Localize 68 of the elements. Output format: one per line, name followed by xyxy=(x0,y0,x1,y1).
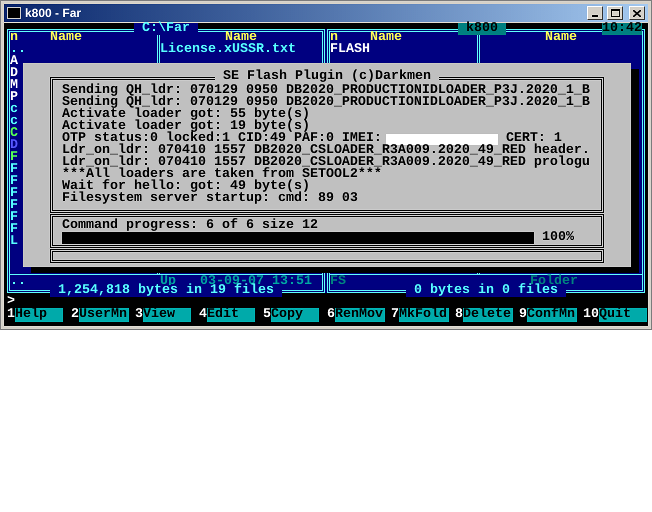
function-key-label[interactable]: RenMov xyxy=(335,308,385,322)
column-header: n xyxy=(330,32,338,44)
log-line: Wait for hello: got: 49 byte(s) xyxy=(62,181,310,193)
clock: 10:42 xyxy=(602,23,642,35)
maximize-button[interactable] xyxy=(607,6,623,20)
file-name: FS xyxy=(330,276,347,288)
close-icon xyxy=(633,10,641,16)
column-header: n xyxy=(10,32,19,44)
dialog-title: SE Flash Plugin (c)Darkmen xyxy=(215,71,439,83)
progress-percent: 100% xyxy=(542,232,574,244)
window-title: k800 - Far xyxy=(25,5,82,22)
file-name[interactable]: L xyxy=(10,236,18,248)
file-name[interactable]: F xyxy=(10,152,18,164)
log-line: OTP status:0 locked:1 CID:49 PAF:0 IMEI: xyxy=(62,133,382,145)
column-header: Name xyxy=(545,32,577,44)
minimize-button[interactable] xyxy=(587,6,603,20)
function-key-label[interactable]: Delete xyxy=(463,308,513,322)
column-header: Name xyxy=(370,32,402,44)
file-name[interactable]: A xyxy=(10,56,18,68)
function-key-label[interactable]: View xyxy=(143,308,191,322)
function-key-number: 10 xyxy=(583,308,599,322)
file-name[interactable]: .. xyxy=(10,44,26,56)
function-key-number: 6 xyxy=(327,308,335,322)
log-line: Filesystem server startup: cmd: 89 03 xyxy=(62,193,358,205)
file-name[interactable]: F xyxy=(10,188,18,200)
console-icon xyxy=(7,7,21,19)
function-key-label[interactable]: Help xyxy=(15,308,63,322)
file-name[interactable]: F xyxy=(10,176,18,188)
function-key-number: 1 xyxy=(7,308,15,322)
progress-label: Command progress: 6 of 6 size 12 xyxy=(62,220,319,232)
column-header: Name xyxy=(50,32,82,44)
file-name[interactable]: P xyxy=(10,92,18,104)
function-key-number: 4 xyxy=(199,308,207,322)
file-name[interactable]: F xyxy=(10,212,18,224)
function-key-label[interactable]: Quit xyxy=(599,308,647,322)
file-name[interactable]: c xyxy=(10,116,18,128)
function-key-number: 5 xyxy=(263,308,271,322)
panel-path: C:\Far xyxy=(134,23,198,35)
log-line: Sending QH_ldr: 070129 0950 DB2020_PRODUCTIONIDLOADER_P3J.2020_1_B xyxy=(62,85,590,97)
function-key-label[interactable]: ConfMn xyxy=(527,308,577,322)
column-header: Name xyxy=(225,32,257,44)
function-key-number: 8 xyxy=(455,308,463,322)
file-name[interactable]: F xyxy=(10,200,18,212)
file-name[interactable]: c xyxy=(10,104,18,116)
file-name: .. xyxy=(10,276,27,288)
function-key-number: 2 xyxy=(71,308,79,322)
function-key-number: 9 xyxy=(519,308,527,322)
file-name[interactable]: F xyxy=(10,224,18,236)
log-line: Ldr_on_ldr: 070410 1557 DB2020_CSLOADER_R3A009.2020_49_RED header. xyxy=(62,145,590,157)
file-name[interactable]: M xyxy=(10,80,18,92)
function-key-label[interactable]: MkFold xyxy=(399,308,449,322)
log-line: CERT: 1 xyxy=(506,133,562,145)
log-line: Activate loader got: 19 byte(s) xyxy=(62,121,310,133)
file-name[interactable]: License.xUSSR.txt xyxy=(160,44,296,56)
file-name[interactable]: C xyxy=(10,128,18,140)
close-button[interactable] xyxy=(629,6,645,20)
function-key-number: 3 xyxy=(135,308,143,322)
function-key-label[interactable]: Edit xyxy=(207,308,255,322)
file-name[interactable]: FLASH xyxy=(330,44,370,56)
function-key-number: 7 xyxy=(391,308,399,322)
command-prompt[interactable]: > xyxy=(7,296,15,308)
file-name[interactable]: D xyxy=(10,68,18,80)
file-name[interactable]: F xyxy=(10,164,18,176)
panel-title: k800 xyxy=(458,23,506,35)
function-key-label[interactable]: Copy xyxy=(271,308,319,322)
log-line: Sending QH_ldr: 070129 0950 DB2020_PRODUCTIONIDLOADER_P3J.2020_1_B xyxy=(62,97,590,109)
log-line: Activate loader got: 55 byte(s) xyxy=(62,109,310,121)
function-key-label[interactable]: UserMn xyxy=(79,308,129,322)
